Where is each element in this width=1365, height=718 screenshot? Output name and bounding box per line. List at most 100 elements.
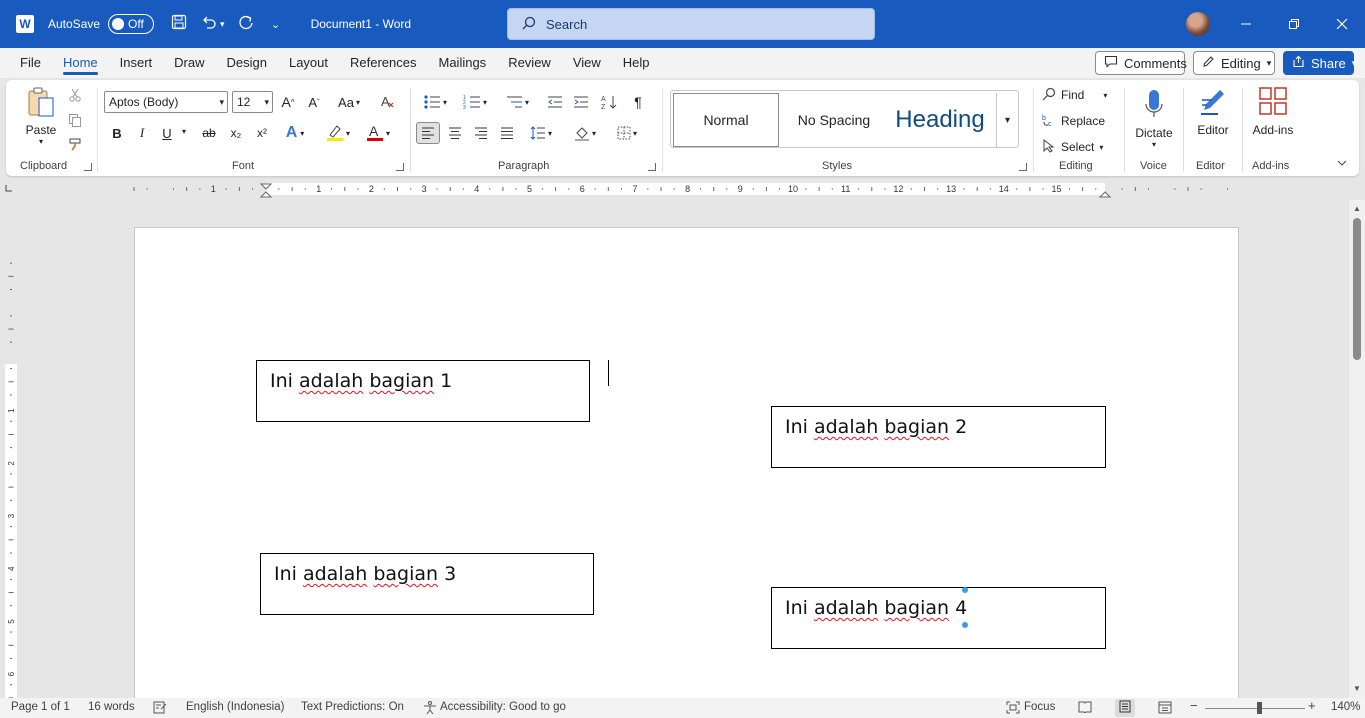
- tab-home[interactable]: Home: [52, 48, 109, 78]
- increase-indent-icon[interactable]: [570, 91, 592, 113]
- chevron-down-icon[interactable]: ▾: [182, 127, 186, 136]
- tab-mailings[interactable]: Mailings: [428, 48, 498, 78]
- misspelled-word[interactable]: bagian: [373, 563, 438, 585]
- page-count[interactable]: Page 1 of 1: [11, 701, 70, 713]
- text-box-4[interactable]: Ini adalah bagian 4: [771, 587, 1106, 649]
- scrollbar-thumb[interactable]: [1353, 218, 1361, 360]
- styles-launcher-icon[interactable]: [1019, 163, 1027, 171]
- text-box-3[interactable]: Ini adalah bagian 3: [260, 553, 594, 615]
- line-spacing-button[interactable]: ▾: [524, 122, 558, 144]
- tab-insert[interactable]: Insert: [109, 48, 164, 78]
- font-color-button[interactable]: A ▾: [362, 122, 394, 144]
- show-formatting-marks-icon[interactable]: ¶: [628, 91, 648, 113]
- paragraph-launcher-icon[interactable]: [648, 163, 656, 171]
- align-left-icon[interactable]: [416, 122, 440, 144]
- superscript-button[interactable]: x²: [252, 122, 272, 144]
- misspelled-word[interactable]: adalah: [814, 597, 878, 619]
- tab-file[interactable]: File: [9, 48, 52, 78]
- tab-references[interactable]: References: [339, 48, 427, 78]
- style-normal[interactable]: Normal: [673, 93, 779, 147]
- focus-mode-button[interactable]: Focus: [1024, 701, 1055, 713]
- zoom-slider[interactable]: [1205, 708, 1305, 709]
- style-heading[interactable]: Heading: [887, 93, 993, 147]
- clear-formatting-icon[interactable]: A: [378, 91, 398, 113]
- misspelled-word[interactable]: bagian: [884, 416, 949, 438]
- text-box-2[interactable]: Ini adalah bagian 2: [771, 406, 1106, 468]
- bullets-button[interactable]: ▾: [418, 91, 452, 113]
- language-indicator[interactable]: English (Indonesia): [186, 701, 284, 713]
- font-name-combo[interactable]: Aptos (Body) ▾: [104, 91, 228, 113]
- proofing-icon[interactable]: [153, 701, 167, 717]
- scroll-down-icon[interactable]: ▼: [1353, 684, 1361, 693]
- dictate-button[interactable]: Dictate ▾: [1130, 84, 1178, 152]
- selection-handle[interactable]: [962, 622, 968, 628]
- save-icon[interactable]: [170, 14, 188, 35]
- style-no-spacing[interactable]: No Spacing: [781, 93, 887, 147]
- tab-design[interactable]: Design: [216, 48, 278, 78]
- editor-button[interactable]: Editor: [1190, 84, 1236, 138]
- undo-icon[interactable]: [200, 14, 218, 35]
- strikethrough-button[interactable]: ab: [198, 122, 220, 144]
- copy-icon[interactable]: [66, 111, 84, 129]
- tab-layout[interactable]: Layout: [278, 48, 339, 78]
- find-button[interactable]: Find ▾: [1042, 84, 1112, 106]
- cut-icon[interactable]: [66, 86, 84, 104]
- align-center-icon[interactable]: [443, 122, 467, 144]
- search-box[interactable]: Search: [507, 8, 875, 40]
- misspelled-word[interactable]: bagian: [369, 370, 434, 392]
- customize-toolbar-icon[interactable]: ⌄: [267, 18, 285, 31]
- editing-mode-button[interactable]: Editing ▾: [1193, 51, 1275, 75]
- subscript-button[interactable]: x₂: [226, 122, 246, 144]
- grow-font-button[interactable]: A ^: [278, 91, 298, 113]
- vertical-scrollbar[interactable]: ▲ ▼: [1349, 200, 1365, 698]
- tab-help[interactable]: Help: [612, 48, 661, 78]
- misspelled-word[interactable]: adalah: [299, 370, 363, 392]
- align-right-icon[interactable]: [469, 122, 493, 144]
- redo-icon[interactable]: [237, 14, 255, 35]
- zoom-level[interactable]: 140%: [1331, 701, 1360, 713]
- justify-icon[interactable]: [495, 122, 519, 144]
- shading-button[interactable]: ▾: [568, 122, 602, 144]
- tab-draw[interactable]: Draw: [163, 48, 215, 78]
- text-effects-button[interactable]: A ▾: [280, 122, 310, 144]
- accessibility-status[interactable]: Accessibility: Good to go: [440, 701, 566, 713]
- shrink-font-button[interactable]: Aˇ: [304, 91, 324, 113]
- italic-button[interactable]: I: [133, 122, 151, 144]
- format-painter-icon[interactable]: [66, 136, 84, 154]
- restore-icon[interactable]: [1271, 0, 1317, 48]
- autosave-toggle[interactable]: Off: [108, 14, 155, 34]
- styles-more-button[interactable]: ▾: [996, 93, 1018, 147]
- zoom-out-icon[interactable]: −: [1190, 698, 1198, 713]
- close-icon[interactable]: [1319, 0, 1365, 48]
- word-count[interactable]: 16 words: [88, 701, 135, 713]
- sort-icon[interactable]: AZ: [598, 91, 620, 113]
- comments-button[interactable]: Comments: [1095, 51, 1187, 75]
- underline-button[interactable]: U: [158, 122, 176, 144]
- text-predictions[interactable]: Text Predictions: On: [301, 701, 404, 713]
- select-button[interactable]: Select ▾: [1042, 136, 1112, 158]
- read-mode-icon[interactable]: [1078, 701, 1092, 716]
- tab-review[interactable]: Review: [497, 48, 562, 78]
- change-case-button[interactable]: Aa ▾: [334, 91, 364, 113]
- collapse-ribbon-icon[interactable]: [1334, 156, 1350, 170]
- misspelled-word[interactable]: bagian: [884, 597, 949, 619]
- bold-button[interactable]: B: [108, 122, 126, 144]
- share-button[interactable]: Share ▾: [1283, 51, 1356, 75]
- zoom-slider-thumb[interactable]: [1257, 702, 1262, 714]
- selection-handle[interactable]: [962, 587, 968, 593]
- font-launcher-icon[interactable]: [396, 163, 404, 171]
- font-size-combo[interactable]: 12 ▾: [232, 91, 273, 113]
- tab-view[interactable]: View: [562, 48, 612, 78]
- print-layout-icon[interactable]: [1115, 699, 1135, 717]
- web-layout-icon[interactable]: [1158, 701, 1172, 717]
- minimize-icon[interactable]: [1223, 0, 1269, 48]
- replace-button[interactable]: bc Replace: [1042, 110, 1112, 132]
- paste-button[interactable]: Paste ▾: [22, 84, 60, 146]
- numbering-button[interactable]: 1 2 3 ▾: [458, 91, 492, 113]
- decrease-indent-icon[interactable]: [544, 91, 566, 113]
- scroll-up-icon[interactable]: ▲: [1353, 204, 1361, 213]
- borders-button[interactable]: ▾: [610, 122, 644, 144]
- multilevel-list-button[interactable]: ▾: [500, 91, 534, 113]
- clipboard-launcher-icon[interactable]: [84, 163, 92, 171]
- user-avatar[interactable]: [1186, 12, 1210, 36]
